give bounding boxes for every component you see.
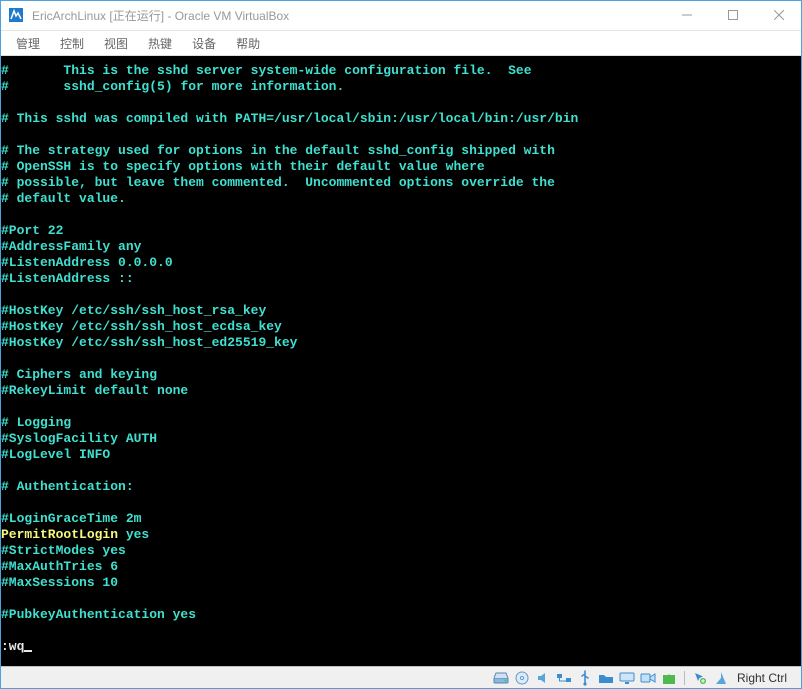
menu-help[interactable]: 帮助 [226, 35, 270, 52]
terminal-line: #PubkeyAuthentication yes [1, 607, 801, 623]
terminal-line: #ListenAddress :: [1, 271, 801, 287]
minimize-button[interactable] [664, 0, 710, 31]
network-icon[interactable] [555, 669, 573, 687]
terminal-line: #StrictModes yes [1, 543, 801, 559]
terminal-line: # OpenSSH is to specify options with the… [1, 159, 801, 175]
vm-status-bar: Right Ctrl [1, 666, 801, 688]
terminal-line: #MaxAuthTries 6 [1, 559, 801, 575]
terminal-line: # sshd_config(5) for more information. [1, 79, 801, 95]
terminal-line: # possible, but leave them commented. Un… [1, 175, 801, 191]
terminal-line: #LogLevel INFO [1, 447, 801, 463]
terminal-line: #ListenAddress 0.0.0.0 [1, 255, 801, 271]
menu-manage[interactable]: 管理 [6, 35, 50, 52]
optical-disk-icon[interactable] [513, 669, 531, 687]
terminal-line: # Logging [1, 415, 801, 431]
display-icon[interactable] [618, 669, 636, 687]
hard-disk-icon[interactable] [492, 669, 510, 687]
terminal-line: # Ciphers and keying [1, 367, 801, 383]
terminal-line: # This is the sshd server system-wide co… [1, 63, 801, 79]
terminal-line: #HostKey /etc/ssh/ssh_host_ed25519_key [1, 335, 801, 351]
terminal-line: #Port 22 [1, 223, 801, 239]
terminal-line: #HostKey /etc/ssh/ssh_host_ecdsa_key [1, 319, 801, 335]
terminal-line: # default value. [1, 191, 801, 207]
terminal-line: # Authentication: [1, 479, 801, 495]
shared-folders-icon[interactable] [597, 669, 615, 687]
window-titlebar: EricArchLinux [正在运行] - Oracle VM Virtual… [0, 0, 802, 31]
recording-icon[interactable] [639, 669, 657, 687]
menu-hotkeys[interactable]: 热键 [138, 35, 182, 52]
usb-icon[interactable] [576, 669, 594, 687]
terminal-line: :wq [1, 639, 801, 655]
host-key-indicator: Right Ctrl [733, 671, 795, 685]
terminal-line: # The strategy used for options in the d… [1, 143, 801, 159]
terminal-line: #SyslogFacility AUTH [1, 431, 801, 447]
mouse-integration-icon[interactable] [691, 669, 709, 687]
terminal-line: #AddressFamily any [1, 239, 801, 255]
menu-control[interactable]: 控制 [50, 35, 94, 52]
close-button[interactable] [756, 0, 802, 31]
app-icon [8, 7, 24, 23]
terminal-line: PermitRootLogin yes [1, 527, 801, 543]
terminal-line: #MaxSessions 10 [1, 575, 801, 591]
audio-icon[interactable] [534, 669, 552, 687]
terminal-line: #RekeyLimit default none [1, 383, 801, 399]
menu-bar: 管理 控制 视图 热键 设备 帮助 [0, 31, 802, 56]
terminal-viewport[interactable]: # This is the sshd server system-wide co… [1, 56, 801, 666]
guest-additions-icon[interactable] [660, 669, 678, 687]
window-controls [664, 0, 802, 31]
keyboard-capture-icon[interactable] [712, 669, 730, 687]
terminal-line: # This sshd was compiled with PATH=/usr/… [1, 111, 801, 127]
terminal-line: #HostKey /etc/ssh/ssh_host_rsa_key [1, 303, 801, 319]
window-title: EricArchLinux [正在运行] - Oracle VM Virtual… [32, 7, 664, 24]
maximize-button[interactable] [710, 0, 756, 31]
menu-view[interactable]: 视图 [94, 35, 138, 52]
menu-devices[interactable]: 设备 [182, 35, 226, 52]
terminal-line: #LoginGraceTime 2m [1, 511, 801, 527]
